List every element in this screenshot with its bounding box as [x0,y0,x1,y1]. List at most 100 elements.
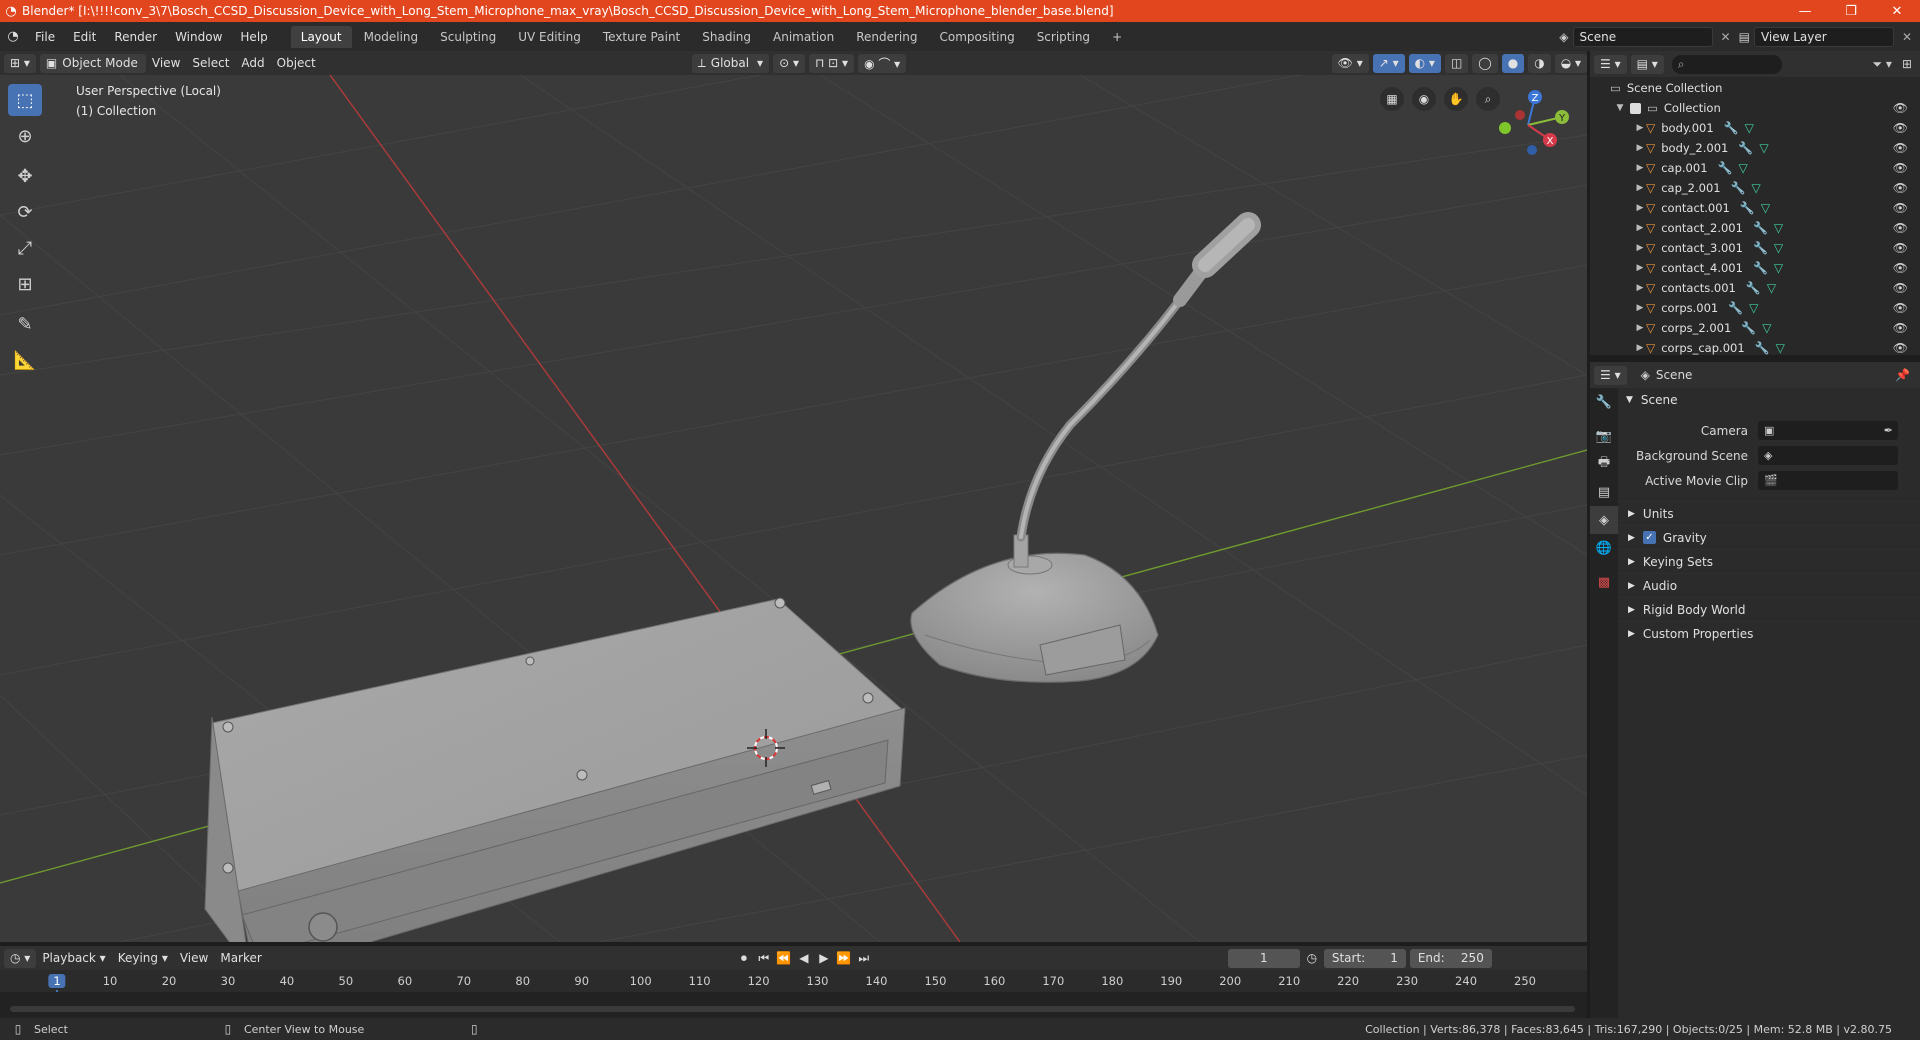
eye-icon[interactable]: 👁 [1893,181,1908,195]
expand-triangle-icon[interactable]: ▶ [1634,343,1646,353]
mesh-data-icon[interactable]: ▽ [1774,221,1783,235]
tab-modeling[interactable]: Modeling [354,26,429,48]
outliner-editor-type-icon[interactable]: ☰ ▾ [1594,54,1627,74]
audio-panel[interactable]: ▶ Audio [1618,573,1920,597]
move-tool-icon[interactable]: ✥ [8,160,42,192]
current-frame-field[interactable]: 1 [1227,948,1300,968]
gizmo-neg-z-handle[interactable] [1527,145,1537,155]
viewport-menu-view[interactable]: View [146,56,186,70]
eye-icon[interactable]: 👁 [1893,101,1908,115]
eyedropper-icon[interactable]: ✒ [1884,424,1893,437]
annotate-tool-icon[interactable]: ✎ [8,308,42,340]
custom-properties-panel[interactable]: ▶ Custom Properties [1618,621,1920,645]
collection-row[interactable]: ▼ ▭ Collection 👁 [1590,98,1920,118]
timeline-menu-view[interactable]: View [174,951,214,965]
outliner-object-row[interactable]: ▶ ▽ contact_4.001 🔧 ▽ 👁 [1590,258,1920,278]
eye-icon[interactable]: 👁 [1893,141,1908,155]
mesh-data-icon[interactable]: ▽ [1774,241,1783,255]
measure-tool-icon[interactable]: 📐 [8,344,42,376]
solid-shading-icon[interactable]: ● [1501,53,1525,73]
active-movie-clip-field[interactable]: 🎬 [1758,471,1898,490]
menu-edit[interactable]: Edit [64,30,105,44]
units-panel[interactable]: ▶ Units [1618,501,1920,525]
eye-icon[interactable]: 👁 [1893,341,1908,355]
outliner-object-row[interactable]: ▶ ▽ contact_2.001 🔧 ▽ 👁 [1590,218,1920,238]
camera-view-icon[interactable]: ◉ [1412,87,1436,111]
keying-sets-panel[interactable]: ▶ Keying Sets [1618,549,1920,573]
pivot-point-icon[interactable]: ⊙ ▾ [773,53,805,73]
expand-triangle-icon[interactable]: ▶ [1634,303,1646,313]
filter-icon[interactable]: ⏷ ▾ [1872,57,1891,72]
record-icon[interactable]: ⏺ [734,949,754,967]
modifier-icon[interactable]: 🔧 [1753,221,1768,235]
tab-scripting[interactable]: Scripting [1027,26,1100,48]
wireframe-shading-icon[interactable]: ◯ [1472,53,1498,73]
scene-selector[interactable]: Scene [1572,26,1713,47]
render-tab-icon[interactable]: 📷 [1590,422,1618,450]
modifier-icon[interactable]: 🔧 [1724,121,1739,135]
mesh-data-icon[interactable]: ▽ [1776,341,1785,355]
cursor-tool-icon[interactable]: ⊕ [8,120,42,152]
expand-triangle-icon[interactable]: ▶ [1634,143,1646,153]
viewport-menu-add[interactable]: Add [235,56,270,70]
end-frame-field[interactable]: End: 250 [1409,948,1492,968]
properties-editor-type-icon[interactable]: ☰ ▾ [1594,365,1627,385]
view-layer-selector[interactable]: View Layer [1753,26,1894,47]
tab-rendering[interactable]: Rendering [846,26,927,48]
overlay-toggle-icon[interactable]: ◐ ▾ [1408,53,1441,73]
expand-triangle-icon[interactable]: ▼ [1614,103,1626,113]
xray-toggle-icon[interactable]: ◫ [1444,53,1469,73]
snap-icon[interactable]: ⊓ ⊡ ▾ [808,53,855,73]
tab-shading[interactable]: Shading [692,26,761,48]
mode-selector[interactable]: ▣ Object Mode [39,53,146,73]
tab-animation[interactable]: Animation [763,26,844,48]
modifier-icon[interactable]: 🔧 [1753,241,1768,255]
expand-triangle-icon[interactable]: ▶ [1634,203,1646,213]
camera-field[interactable]: ▣ ✒ [1758,421,1898,440]
mesh-data-icon[interactable]: ▽ [1738,161,1747,175]
outliner-object-row[interactable]: ▶ ▽ contact_3.001 🔧 ▽ 👁 [1590,238,1920,258]
gizmo-neg-x-handle[interactable] [1515,110,1525,120]
maximize-button[interactable]: ❐ [1828,4,1874,19]
eye-icon[interactable]: 👁 [1893,261,1908,275]
grid-view-icon[interactable]: ▦ [1380,87,1404,111]
display-mode-icon[interactable]: ▤ ▾ [1630,54,1664,74]
mesh-data-icon[interactable]: ▽ [1767,281,1776,295]
eye-icon[interactable]: 👁 [1893,321,1908,335]
mesh-data-icon[interactable]: ▽ [1752,181,1761,195]
modifier-icon[interactable]: 🔧 [1741,321,1756,335]
viewport-menu-select[interactable]: Select [186,56,235,70]
jump-start-icon[interactable]: ⏮ [754,951,774,966]
tab-compositing[interactable]: Compositing [929,26,1024,48]
start-frame-field[interactable]: Start: 1 [1323,948,1406,968]
scene-tab-icon[interactable]: ◈ [1590,506,1618,534]
world-tab-icon[interactable]: 🌐 [1590,534,1618,562]
outliner-object-row[interactable]: ▶ ▽ contacts.001 🔧 ▽ 👁 [1590,278,1920,298]
timeline-track[interactable] [0,992,1587,1018]
expand-triangle-icon[interactable]: ▶ [1634,123,1646,133]
timeline-menu-playback[interactable]: Playback ▾ [36,951,111,965]
scene-collection-row[interactable]: ▭ Scene Collection [1590,78,1920,98]
outliner-object-row[interactable]: ▶ ▽ corps_cap.001 🔧 ▽ 👁 [1590,338,1920,355]
gizmo-neg-y-handle[interactable] [1499,122,1511,134]
menu-window[interactable]: Window [166,30,231,44]
output-tab-icon[interactable]: 🖶 [1590,450,1618,478]
expand-triangle-icon[interactable]: ▶ [1634,323,1646,333]
close-scene-icon[interactable]: ✕ [1721,30,1731,44]
modifier-icon[interactable]: 🔧 [1718,161,1733,175]
minimize-button[interactable]: — [1782,4,1828,19]
background-scene-field[interactable]: ◈ [1758,446,1898,465]
outliner-search-input[interactable]: ⌕ [1671,54,1782,74]
timeline-editor-type-icon[interactable]: ◷ ▾ [4,948,37,968]
visibility-icon[interactable]: 👁 ▾ [1331,53,1369,73]
timeline-scrollbar[interactable] [10,1006,1575,1012]
rendered-shading-icon[interactable]: ◒ ▾ [1554,53,1587,73]
tab-uv-editing[interactable]: UV Editing [508,26,591,48]
tool-tab-icon[interactable]: 🔧 [1590,388,1618,416]
eye-icon[interactable]: 👁 [1893,161,1908,175]
view-layer-tab-icon[interactable]: ▤ [1590,478,1618,506]
blender-menu-icon[interactable]: ◔ [0,29,26,44]
expand-triangle-icon[interactable]: ▶ [1634,183,1646,193]
axis-gizmo[interactable]: Z Y X [1490,85,1570,165]
mesh-data-icon[interactable]: ▽ [1761,201,1770,215]
